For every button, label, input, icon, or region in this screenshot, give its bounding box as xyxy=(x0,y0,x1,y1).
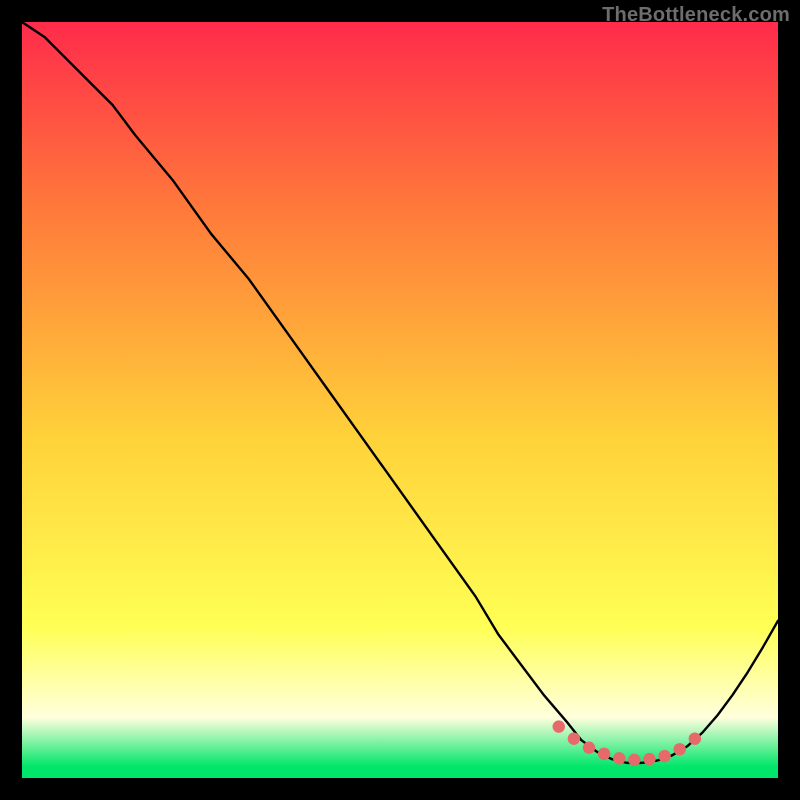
optimal-dot xyxy=(643,753,655,765)
chart-stage: TheBottleneck.com xyxy=(0,0,800,800)
optimal-dot xyxy=(583,742,595,754)
optimal-dot xyxy=(674,743,686,755)
optimal-dot xyxy=(568,732,580,744)
optimal-dot xyxy=(658,750,670,762)
chart-svg xyxy=(22,22,778,778)
plot-area xyxy=(22,22,778,778)
watermark-text: TheBottleneck.com xyxy=(602,4,790,27)
optimal-dot xyxy=(628,754,640,766)
optimal-dot xyxy=(689,732,701,744)
optimal-dot xyxy=(598,748,610,760)
optimal-dot xyxy=(613,752,625,764)
optimal-dot xyxy=(553,720,565,732)
